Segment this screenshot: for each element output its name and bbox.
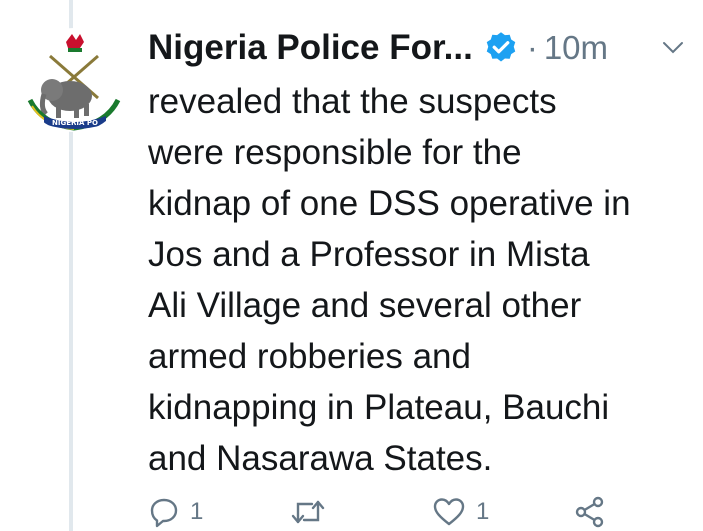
tweet-text-line: and Nasarawa States. <box>148 439 493 478</box>
heart-icon <box>433 498 465 526</box>
logo-banner-text: NIGERIA PO <box>52 119 98 127</box>
tweet-text-line: kidnap of one DSS operative in <box>148 184 631 223</box>
tweet-text-line: Jos and a Professor in Mista <box>148 235 590 274</box>
tweet-header: Nigeria Police For... · 10m <box>148 26 608 70</box>
reply-button[interactable]: 1 <box>148 496 203 528</box>
tweet-text-line: armed robberies and <box>148 337 471 376</box>
tweet-time[interactable]: 10m <box>544 29 608 67</box>
avatar[interactable]: NIGERIA PO <box>22 28 126 132</box>
tweet-text-line: revealed that the suspects <box>148 82 557 121</box>
share-icon <box>575 496 604 528</box>
tweet-text-line: were responsible for the <box>148 133 522 172</box>
tweet-text-line: kidnapping in Plateau, Bauchi <box>148 388 610 427</box>
retweet-icon <box>291 500 325 524</box>
share-button[interactable] <box>574 496 606 528</box>
tweet-actions: 1 1 <box>148 496 703 531</box>
verified-badge-icon <box>486 32 516 62</box>
retweet-button[interactable] <box>290 496 336 528</box>
like-button[interactable]: 1 <box>432 496 489 528</box>
tweet-text: revealed that the suspects were responsi… <box>148 76 698 484</box>
nigeria-police-logo-icon: NIGERIA PO <box>23 29 125 131</box>
reply-count: 1 <box>190 498 204 525</box>
like-count: 1 <box>476 498 490 525</box>
reply-icon <box>150 498 178 528</box>
separator-dot: · <box>526 29 538 66</box>
chevron-down-icon[interactable] <box>662 40 684 56</box>
author-name[interactable]: Nigeria Police For... <box>148 28 473 68</box>
tweet-text-line: Ali Village and several other <box>148 286 582 325</box>
